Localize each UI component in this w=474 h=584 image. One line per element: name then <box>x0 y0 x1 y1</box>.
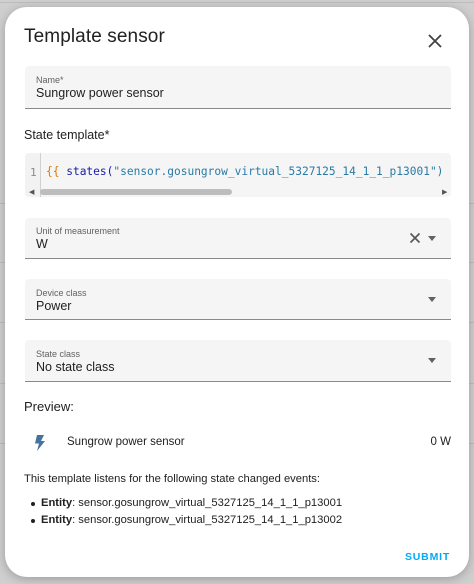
unit-of-measurement-field[interactable]: Unit of measurement W <box>25 218 451 259</box>
dialog-title: Template sensor <box>24 26 165 47</box>
horizontal-scrollbar[interactable]: ◀ ▶ <box>25 187 451 197</box>
unit-field-value[interactable]: W <box>36 237 48 251</box>
close-icon <box>428 34 442 48</box>
scroll-right-icon[interactable]: ▶ <box>442 188 447 196</box>
preview-entity-row[interactable]: Sungrow power sensor 0 W <box>25 432 451 454</box>
bullet <box>31 519 35 523</box>
code-string: "sensor.gosungrow_virtual_5327125_14_1_1… <box>113 165 444 178</box>
scrollbar-thumb[interactable] <box>40 189 232 195</box>
code-function: states( <box>59 165 114 178</box>
listen-description: This template listens for the following … <box>24 473 321 485</box>
submit-button[interactable]: SUBMIT <box>405 551 450 563</box>
list-item: Entity: sensor.gosungrow_virtual_5327125… <box>31 497 343 509</box>
state-template-editor[interactable]: 1 {{ states("sensor.gosungrow_virtual_53… <box>25 153 451 197</box>
entity-id: : sensor.gosungrow_virtual_5327125_14_1_… <box>72 514 343 526</box>
code-brace: {{ <box>46 165 60 178</box>
entity-id: : sensor.gosungrow_virtual_5327125_14_1_… <box>72 497 343 509</box>
device-class-select[interactable]: Device class Power <box>25 279 451 320</box>
preview-heading: Preview: <box>24 399 74 414</box>
bullet <box>31 502 35 506</box>
device-class-value: Power <box>36 299 72 313</box>
list-item: Entity: sensor.gosungrow_virtual_5327125… <box>31 514 343 526</box>
clear-icon[interactable] <box>409 232 421 244</box>
backdrop-divider <box>0 2 474 3</box>
preview-entity-name: Sungrow power sensor <box>67 436 185 448</box>
entity-prefix: Entity <box>41 514 73 526</box>
name-field[interactable]: Name* Sungrow power sensor <box>25 66 451 109</box>
chevron-down-icon[interactable] <box>428 297 436 302</box>
scroll-left-icon[interactable]: ◀ <box>29 188 34 196</box>
entity-prefix: Entity <box>41 497 73 509</box>
device-class-label: Device class <box>36 288 87 298</box>
unit-field-label: Unit of measurement <box>36 226 120 236</box>
state-class-select[interactable]: State class No state class <box>25 340 451 382</box>
state-class-label: State class <box>36 349 81 359</box>
line-number: 1 <box>30 166 37 179</box>
name-field-value[interactable]: Sungrow power sensor <box>36 86 164 100</box>
flash-icon <box>35 435 45 451</box>
name-field-label: Name* <box>36 75 64 85</box>
close-button[interactable] <box>423 29 447 53</box>
preview-entity-state: 0 W <box>430 436 451 448</box>
code-line[interactable]: {{ states("sensor.gosungrow_virtual_5327… <box>46 165 443 178</box>
chevron-down-icon[interactable] <box>428 236 436 241</box>
state-class-value: No state class <box>36 360 115 374</box>
state-template-label: State template* <box>24 128 110 142</box>
template-sensor-dialog: Template sensor Name* Sungrow power sens… <box>5 7 469 577</box>
chevron-down-icon[interactable] <box>428 358 436 363</box>
